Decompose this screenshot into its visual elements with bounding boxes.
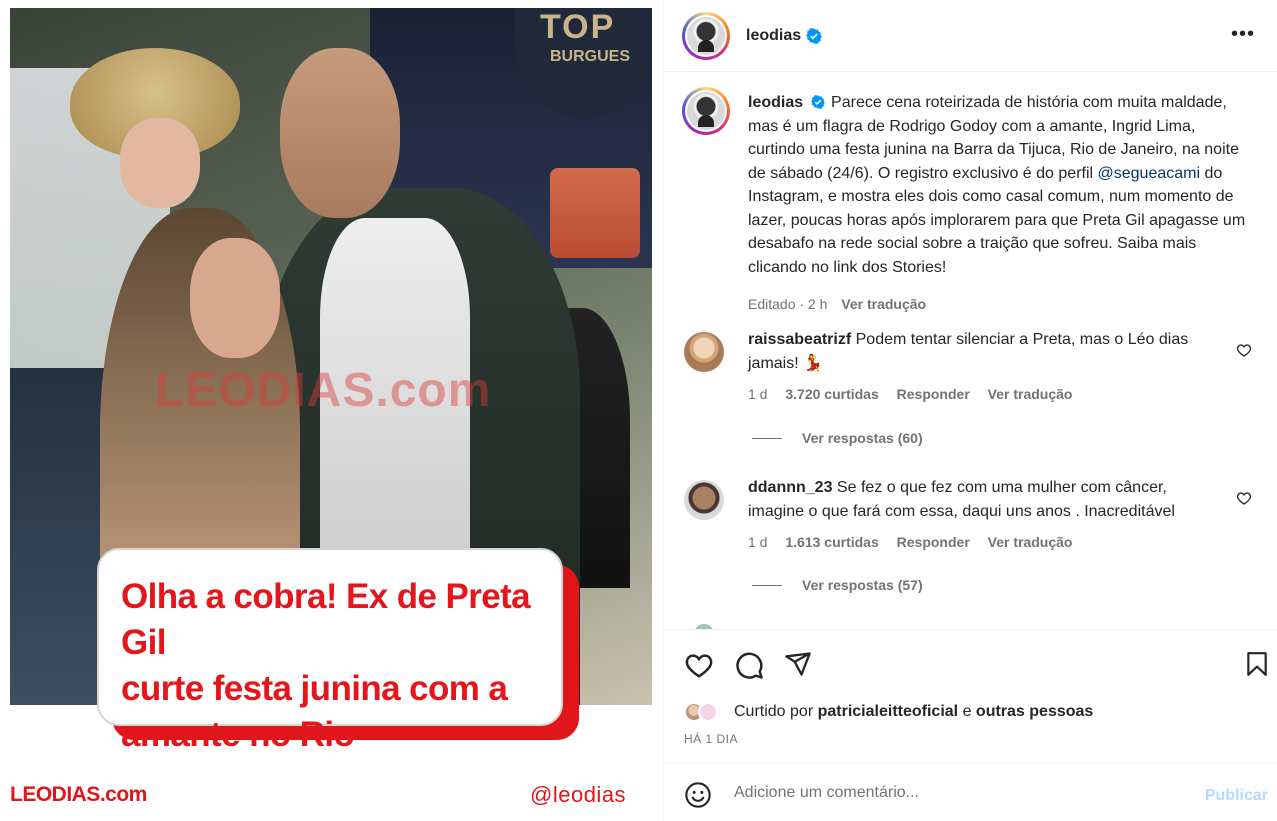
post-media: TOP BURGUES LEODIAS.com Olha a cobra! Ex…	[0, 0, 663, 821]
comment-username[interactable]: raissabeatrizf	[748, 331, 851, 348]
post-actions	[664, 630, 1277, 694]
commenter-avatar[interactable]	[684, 332, 724, 372]
headline-line-2: curte festa junina com a	[121, 669, 508, 708]
photo-watermark: LEODIAS.com	[155, 364, 492, 417]
liker-avatars	[684, 700, 724, 724]
comment-translate-link[interactable]: Ver tradução	[988, 534, 1073, 550]
publish-button[interactable]: Publicar	[1205, 787, 1268, 805]
comment-text: raissabeatrizf Podem tentar silenciar a …	[748, 328, 1218, 375]
comment-icon[interactable]	[734, 650, 764, 680]
replies-divider	[752, 584, 782, 586]
liker-avatar	[698, 702, 718, 722]
comment-username[interactable]: ddannn_23	[748, 479, 832, 496]
caption-mention-link[interactable]: @segueacami	[1098, 165, 1201, 182]
verified-badge-icon	[806, 27, 822, 44]
emoji-icon[interactable]	[684, 781, 712, 809]
add-comment-bar: Publicar	[664, 763, 1277, 821]
more-horizontal-icon[interactable]: •••	[1231, 24, 1255, 44]
post-sidebar: leodias ••• leodias Parece cena roteiriz…	[663, 0, 1277, 821]
likes-others-link[interactable]: outras pessoas	[976, 703, 1093, 721]
caption-avatar-photo	[687, 92, 725, 130]
author-avatar-inner	[685, 14, 727, 57]
comment-time: 1 d	[748, 386, 768, 402]
post-timestamp[interactable]: HÁ 1 DIA	[684, 732, 738, 746]
comment-like-heart-icon[interactable]	[1236, 342, 1252, 358]
comment-text: ddannn_23 Se fez o que fez com uma mulhe…	[748, 476, 1218, 523]
brand-logo-text: LEODIAS.com	[10, 783, 147, 806]
comment-meta: 1 d 3.720 curtidas Responder Ver traduçã…	[748, 386, 1086, 402]
view-replies-button[interactable]: Ver respostas (60)	[752, 430, 923, 446]
photo-woman-face	[190, 238, 280, 358]
likes-prefix: Curtido por	[734, 703, 814, 720]
headline-line-3: amante no Rio	[121, 715, 355, 754]
headline-text: Olha a cobra! Ex de Preta Gil curte fest…	[121, 574, 541, 758]
caption-text: leodias Parece cena roteirizada de histó…	[748, 91, 1248, 279]
likes-user-link[interactable]: patricialeitteoficial	[818, 703, 959, 721]
photo-sign-subtext: BURGUES	[550, 48, 631, 65]
commenter-avatar[interactable]	[684, 480, 724, 520]
caption-username[interactable]: leodias	[748, 94, 803, 111]
caption-meta: Editado · 2 h Ver tradução	[748, 296, 926, 312]
headline-card: Olha a cobra! Ex de Preta Gil curte fest…	[97, 548, 563, 754]
comment-likes-count[interactable]: 1.613 curtidas	[785, 534, 878, 550]
comment-input[interactable]	[734, 780, 1164, 806]
view-replies-button[interactable]: Ver respostas (57)	[752, 577, 923, 593]
author-username[interactable]: leodias	[746, 27, 801, 45]
caption-avatar-inner	[685, 90, 727, 132]
caption-edited-time: Editado · 2 h	[748, 296, 828, 312]
heart-icon[interactable]	[684, 650, 714, 680]
caption-translate-link[interactable]: Ver tradução	[841, 296, 926, 312]
comment-reply-button[interactable]: Responder	[897, 534, 970, 550]
comment-time: 1 d	[748, 534, 768, 550]
comment-translate-link[interactable]: Ver tradução	[988, 386, 1073, 402]
likes-connector: e	[962, 703, 972, 720]
comment-reply-button[interactable]: Responder	[897, 386, 970, 402]
comment-likes-count[interactable]: 3.720 curtidas	[785, 386, 878, 402]
photo-sign-text: TOP	[540, 8, 616, 46]
verified-badge-icon	[810, 95, 825, 109]
author-avatar-photo	[687, 16, 725, 55]
view-replies-label: Ver respostas (57)	[802, 577, 923, 593]
headline-line-1: Olha a cobra! Ex de Preta Gil	[121, 577, 531, 662]
photo-man-head	[280, 48, 400, 218]
likes-summary: Curtido por patricialeitteoficial e outr…	[684, 700, 1093, 724]
send-icon[interactable]	[784, 650, 812, 678]
author-avatar[interactable]	[682, 11, 730, 60]
comment-meta: 1 d 1.613 curtidas Responder Ver traduçã…	[748, 534, 1086, 550]
replies-divider	[752, 437, 782, 439]
post-header: leodias •••	[664, 0, 1277, 72]
photo-child-face	[120, 118, 200, 208]
photo-bucket	[550, 168, 640, 258]
comment-like-heart-icon[interactable]	[1236, 490, 1252, 506]
brand-handle: @leodias	[530, 782, 627, 807]
comments-section: leodias Parece cena roteirizada de histó…	[664, 72, 1277, 630]
view-replies-label: Ver respostas (60)	[802, 430, 923, 446]
caption-avatar[interactable]	[682, 87, 730, 135]
bookmark-icon[interactable]	[1244, 650, 1270, 678]
